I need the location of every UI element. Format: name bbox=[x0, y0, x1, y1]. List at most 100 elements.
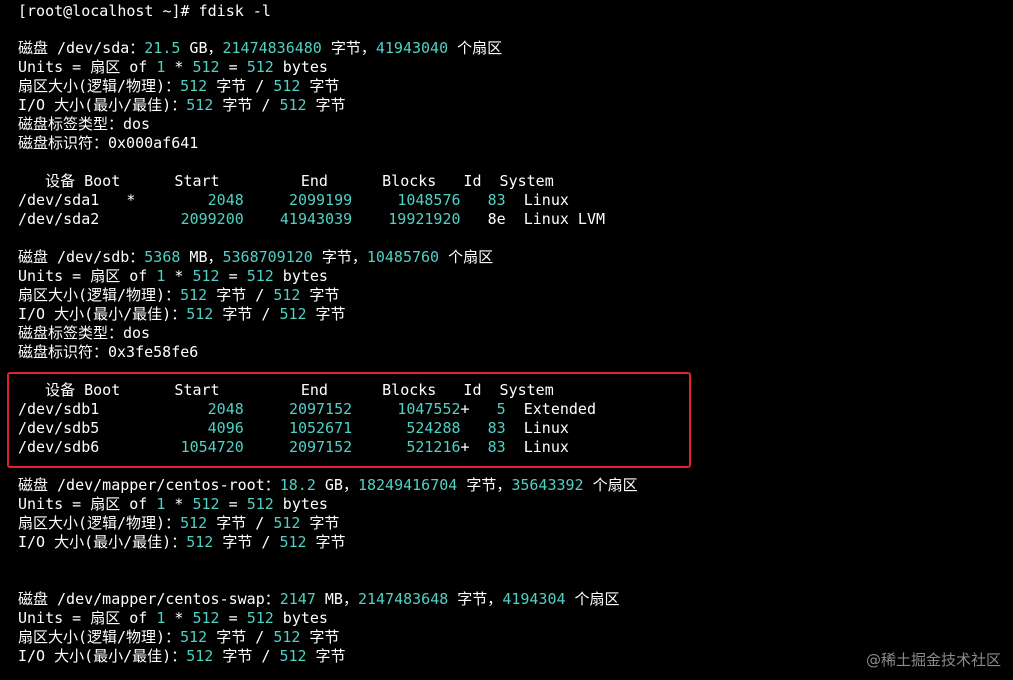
text-segment: * bbox=[165, 58, 193, 76]
text-segment: 个扇区 bbox=[448, 39, 503, 57]
text-segment: 字节， bbox=[448, 590, 503, 608]
watermark-text: @稀土掘金技术社区 bbox=[865, 651, 1001, 669]
text-segment: 磁盘 /dev/sdb： bbox=[18, 248, 145, 266]
text-segment: 字节， bbox=[457, 476, 512, 494]
number-value: 512 bbox=[180, 286, 208, 304]
text-segment: = bbox=[219, 58, 247, 76]
text-segment: MB， bbox=[180, 248, 223, 266]
number-value: 512 bbox=[273, 77, 301, 95]
number-value: 21474836480 bbox=[222, 39, 322, 57]
units-line: Units = 扇区 of 1 * 512 = 512 bytes bbox=[18, 609, 328, 628]
text-segment: bytes bbox=[273, 267, 328, 285]
text-segment: Units = 扇区 of bbox=[18, 609, 157, 627]
number-value: 2048 bbox=[207, 191, 244, 209]
text-segment bbox=[461, 191, 488, 209]
number-value: 18.2 bbox=[279, 476, 316, 494]
number-value: 21.5 bbox=[144, 39, 181, 57]
number-value: 2099199 bbox=[288, 191, 353, 209]
text-segment: 字节 bbox=[300, 628, 340, 646]
text-segment: * bbox=[165, 267, 193, 285]
text-segment: bytes bbox=[273, 58, 328, 76]
io-size-line: I/O 大小(最小/最佳)：512 字节 / 512 字节 bbox=[18, 533, 346, 552]
number-value: 512 bbox=[273, 628, 301, 646]
number-value: 512 bbox=[192, 267, 220, 285]
number-value: 512 bbox=[273, 286, 301, 304]
text-segment: 字节 / bbox=[207, 514, 274, 532]
text-segment: = bbox=[219, 495, 247, 513]
number-value: 18249416704 bbox=[357, 476, 458, 494]
disk-id-line: 磁盘标识符：0x3fe58fe6 bbox=[18, 343, 198, 362]
number-value: 2147483648 bbox=[357, 590, 449, 608]
terminal-window[interactable]: [root@localhost ~]# fdisk -l 磁盘 /dev/sda… bbox=[0, 0, 1013, 680]
text-segment: * bbox=[165, 495, 193, 513]
text-segment bbox=[244, 191, 289, 209]
text-segment: 磁盘标识符：0x000af641 bbox=[18, 134, 199, 152]
number-value: 512 bbox=[279, 647, 307, 665]
text-segment: Linux bbox=[505, 191, 569, 209]
text-segment: 扇区大小(逻辑/物理)： bbox=[18, 77, 181, 95]
number-value: 512 bbox=[186, 647, 214, 665]
text-segment: I/O 大小(最小/最佳)： bbox=[18, 96, 187, 114]
text-segment: /dev/sda1 * bbox=[18, 191, 208, 209]
number-value: 19921920 bbox=[388, 210, 461, 228]
units-line: Units = 扇区 of 1 * 512 = 512 bytes bbox=[18, 58, 328, 77]
text-segment: I/O 大小(最小/最佳)： bbox=[18, 305, 187, 323]
number-value: 35643392 bbox=[511, 476, 584, 494]
partition-table-header: 设备 Boot Start End Blocks Id System bbox=[18, 172, 554, 190]
text-segment: 字节 / bbox=[213, 96, 280, 114]
partition-row: /dev/sda2 2099200 41943039 19921920 8e L… bbox=[18, 210, 605, 229]
text-segment: 扇区大小(逻辑/物理)： bbox=[18, 628, 181, 646]
text-segment: 字节 / bbox=[207, 77, 274, 95]
number-value: 83 bbox=[487, 191, 506, 209]
number-value: 1048576 bbox=[397, 191, 461, 209]
number-value: 512 bbox=[192, 495, 220, 513]
number-value: 512 bbox=[192, 609, 220, 627]
number-value: 512 bbox=[246, 495, 274, 513]
text-segment: 字节， bbox=[321, 39, 376, 57]
prompt-line: [root@localhost ~]# fdisk -l bbox=[18, 2, 271, 20]
text-segment: 个扇区 bbox=[439, 248, 494, 266]
number-value: 512 bbox=[186, 533, 214, 551]
units-line: Units = 扇区 of 1 * 512 = 512 bytes bbox=[18, 267, 328, 286]
text-segment: GB， bbox=[180, 39, 223, 57]
number-value: 2147 bbox=[279, 590, 316, 608]
text-segment: Units = 扇区 of bbox=[18, 267, 157, 285]
number-value: 41943039 bbox=[279, 210, 353, 228]
io-size-line: I/O 大小(最小/最佳)：512 字节 / 512 字节 bbox=[18, 305, 346, 324]
text-segment: 磁盘标识符：0x3fe58fe6 bbox=[18, 343, 199, 361]
text-segment: 磁盘 /dev/sda： bbox=[18, 39, 145, 57]
sector-size-line: 扇区大小(逻辑/物理)：512 字节 / 512 字节 bbox=[18, 628, 339, 647]
text-segment: 字节 bbox=[306, 96, 346, 114]
number-value: 512 bbox=[246, 58, 274, 76]
number-value: 512 bbox=[180, 628, 208, 646]
number-value: 512 bbox=[273, 514, 301, 532]
text-segment: 字节 / bbox=[207, 286, 274, 304]
disk-line-centos-root: 磁盘 /dev/mapper/centos-root：18.2 GB，18249… bbox=[18, 476, 638, 495]
number-value: 512 bbox=[246, 609, 274, 627]
text-segment: Units = 扇区 of bbox=[18, 58, 157, 76]
text-segment: = bbox=[219, 267, 247, 285]
text-segment: 磁盘 /dev/mapper/centos-root： bbox=[18, 476, 280, 494]
disk-id-line: 磁盘标识符：0x000af641 bbox=[18, 134, 198, 153]
text-segment bbox=[352, 210, 388, 228]
text-segment: 8e Linux LVM bbox=[460, 210, 606, 228]
number-value: 512 bbox=[246, 267, 274, 285]
disk-line-sda: 磁盘 /dev/sda：21.5 GB，21474836480 字节，41943… bbox=[18, 39, 502, 58]
text-segment: 字节 bbox=[300, 286, 340, 304]
text-segment: 字节， bbox=[312, 248, 367, 266]
number-value: 512 bbox=[180, 514, 208, 532]
text-segment: 字节 bbox=[306, 305, 346, 323]
text-segment bbox=[244, 210, 280, 228]
io-size-line: I/O 大小(最小/最佳)：512 字节 / 512 字节 bbox=[18, 96, 346, 115]
text-segment: 字节 / bbox=[213, 305, 280, 323]
sector-size-line: 扇区大小(逻辑/物理)：512 字节 / 512 字节 bbox=[18, 286, 339, 305]
number-value: 10485760 bbox=[366, 248, 440, 266]
number-value: 512 bbox=[192, 58, 220, 76]
text-segment: 个扇区 bbox=[565, 590, 620, 608]
sector-size-line: 扇区大小(逻辑/物理)：512 字节 / 512 字节 bbox=[18, 77, 339, 96]
text-segment: 个扇区 bbox=[583, 476, 638, 494]
text-segment: 磁盘标签类型：dos bbox=[18, 115, 151, 133]
text-segment: I/O 大小(最小/最佳)： bbox=[18, 647, 187, 665]
number-value: 2099200 bbox=[180, 210, 244, 228]
text-segment: bytes bbox=[273, 609, 328, 627]
